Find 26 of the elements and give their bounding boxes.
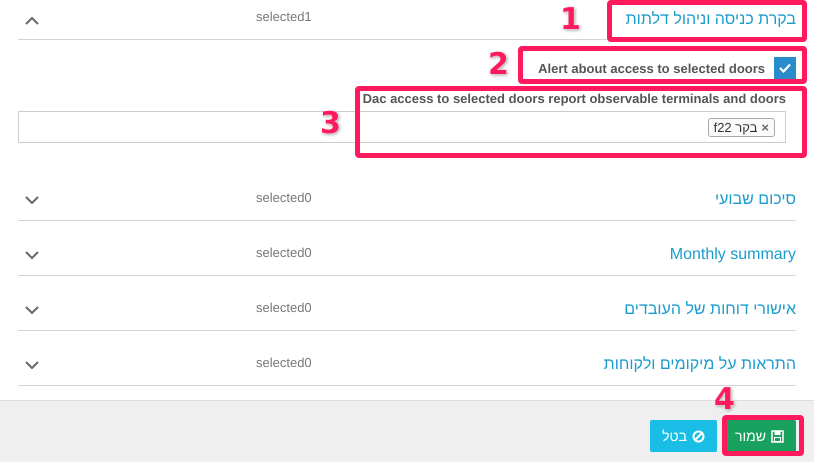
section-title[interactable]: אישורי דוחות של העובדים (624, 301, 796, 319)
chevron-down-icon[interactable] (24, 305, 40, 315)
selected-count: selected0 (256, 190, 312, 204)
step-number: 2 (488, 50, 509, 80)
ban-icon (692, 430, 706, 442)
section-title[interactable]: התראות על מיקומים ולקוחות (604, 356, 796, 374)
chevron-down-icon[interactable] (24, 195, 40, 205)
chevron-down-icon[interactable] (24, 360, 40, 370)
chevron-up-icon[interactable] (24, 14, 40, 24)
checkmark-icon (779, 63, 791, 73)
selected-count: selected0 (256, 354, 312, 370)
step-number: 3 (320, 109, 341, 139)
section-title[interactable]: סיכום שבועי (714, 191, 796, 209)
checkbox[interactable] (774, 57, 796, 79)
checkbox-label: Alert about access to selected doors (538, 60, 765, 76)
chevron-down-icon[interactable] (24, 250, 40, 260)
step-number: 4 (714, 385, 735, 415)
selected-count: selected0 (256, 244, 312, 260)
cancel-button[interactable]: בטל (650, 420, 718, 452)
selected-tag[interactable]: × בקר f22 (708, 118, 775, 136)
step-number: 1 (560, 5, 581, 35)
section-title[interactable]: בקרת כניסה וניהול דלתות (626, 10, 796, 28)
selected-count: selected1 (256, 9, 312, 24)
field-label: Dac access to selected doors report observable terminals and doors (362, 91, 787, 106)
selected-count: selected0 (256, 300, 312, 314)
section-title[interactable]: Monthly summary (670, 246, 796, 264)
